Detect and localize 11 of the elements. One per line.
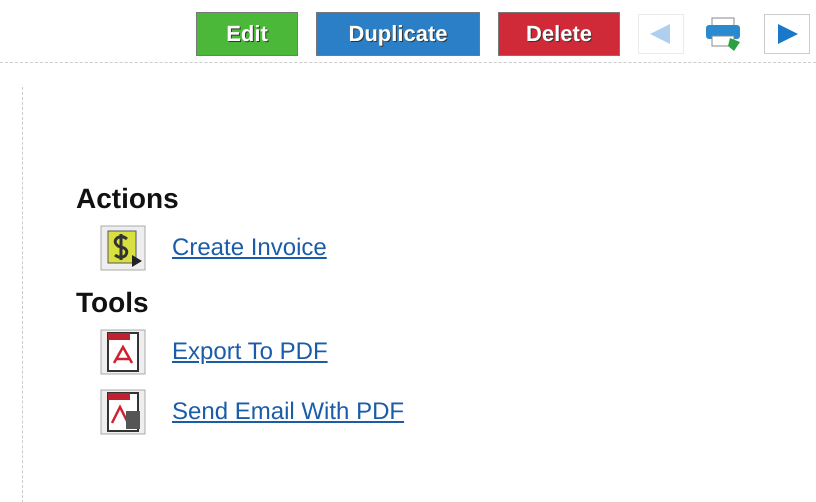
pdf-file-icon <box>100 329 146 375</box>
invoice-icon <box>100 225 146 271</box>
toolbar-button[interactable]: Delete <box>498 12 620 56</box>
toolbar-button[interactable]: Duplicate <box>316 12 480 56</box>
pdf-email-icon <box>100 389 146 435</box>
action-link[interactable]: Create Invoice <box>172 234 327 262</box>
section-heading: Tools <box>76 287 150 319</box>
next-button[interactable] <box>764 14 810 54</box>
action-link[interactable]: Export To PDF <box>172 338 328 366</box>
section-heading: Actions <box>76 183 180 215</box>
action-link[interactable]: Send Email With PDF <box>172 398 404 426</box>
